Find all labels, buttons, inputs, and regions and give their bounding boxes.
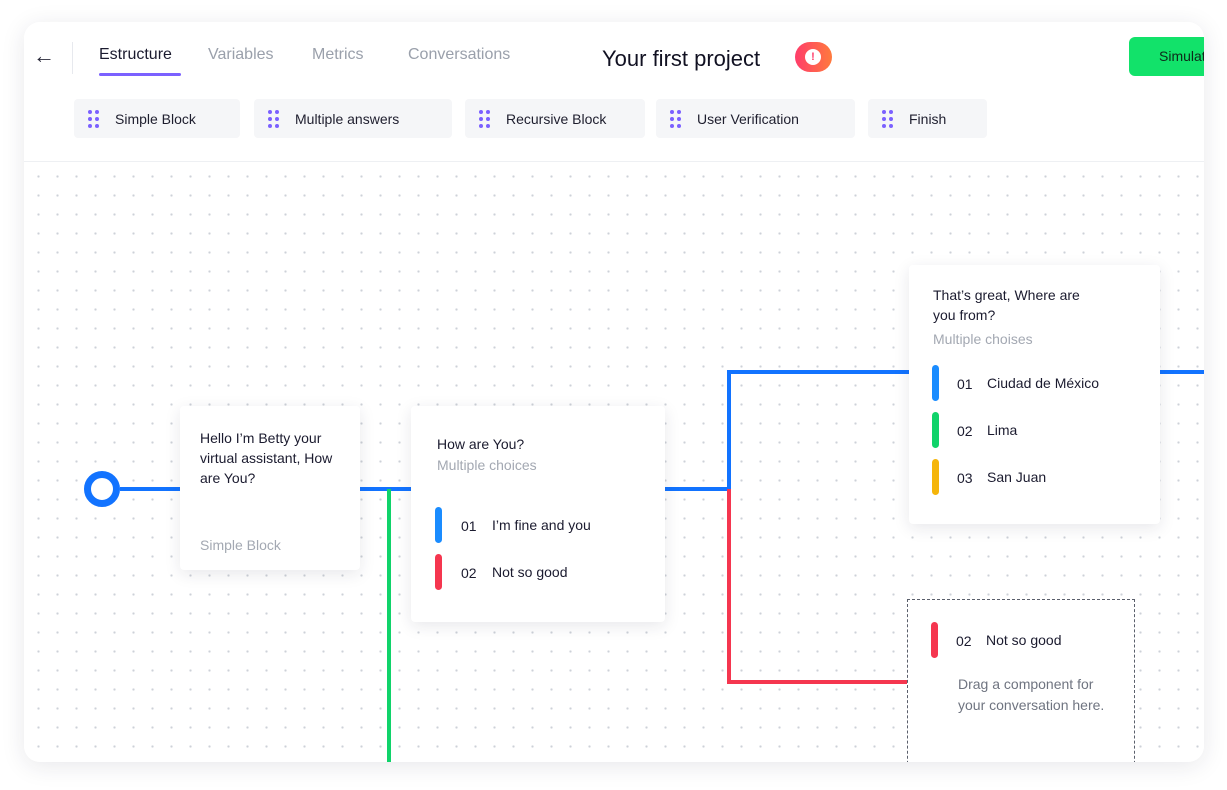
simulate-button[interactable]: Simulate — [1129, 37, 1204, 76]
option-number: 03 — [957, 470, 973, 486]
block-multiple-answers[interactable]: Multiple answers — [254, 99, 452, 138]
option-color-bar — [435, 507, 442, 543]
question-card-title: How are You? — [437, 436, 525, 452]
option-number: 01 — [957, 376, 973, 392]
greeting-card-title: Hello I’m Betty your virtual assistant, … — [200, 430, 333, 486]
component-dropzone[interactable]: 02 Not so good Drag a component for your… — [907, 599, 1135, 762]
connector-to-dropzone — [727, 489, 909, 684]
option-number: 02 — [461, 565, 477, 581]
option-color-bar — [932, 459, 939, 495]
flow-canvas[interactable]: Hello I’m Betty your virtual assistant, … — [24, 162, 1204, 762]
option-color-bar — [435, 554, 442, 590]
block-simple[interactable]: Simple Block — [74, 99, 240, 138]
option-color-bar — [931, 622, 938, 658]
question-card-type: Multiple choices — [437, 457, 537, 473]
drag-grip-icon — [268, 110, 280, 128]
option-color-bar — [932, 365, 939, 401]
option-label: Not so good — [492, 564, 568, 580]
answer-option[interactable]: 02 Not so good — [435, 554, 625, 590]
app-window: ← Estructure Variables Metrics Conversat… — [24, 22, 1204, 762]
block-label: User Verification — [697, 111, 799, 127]
tab-estructure[interactable]: Estructure — [99, 46, 172, 64]
option-label: Ciudad de México — [987, 375, 1100, 391]
greeting-card-type: Simple Block — [200, 537, 281, 553]
start-node[interactable] — [84, 471, 120, 507]
tab-metrics[interactable]: Metrics — [312, 46, 364, 64]
answer-option[interactable]: 01 Ciudad de México — [932, 365, 1142, 401]
drag-grip-icon — [88, 110, 100, 128]
option-label: Not so good — [986, 632, 1062, 648]
location-card[interactable]: That’s great, Where are you from? Multip… — [909, 265, 1160, 524]
block-user-verification[interactable]: User Verification — [656, 99, 855, 138]
option-number: 02 — [957, 423, 973, 439]
alert-badge[interactable]: ! — [795, 42, 832, 72]
project-title: Your first project — [602, 46, 761, 71]
question-card[interactable]: How are You? Multiple choices 01 I’m fin… — [411, 406, 665, 622]
option-label: San Juan — [987, 469, 1047, 485]
option-label: I’m fine and you — [492, 517, 591, 533]
block-label: Multiple answers — [295, 111, 400, 127]
header-divider — [72, 42, 73, 74]
option-color-bar — [932, 412, 939, 448]
greeting-card[interactable]: Hello I’m Betty your virtual assistant, … — [180, 406, 360, 570]
back-arrow-icon[interactable]: ← — [32, 42, 56, 70]
top-header: ← Estructure Variables Metrics Conversat… — [24, 22, 1204, 162]
block-finish[interactable]: Finish — [868, 99, 987, 138]
tab-variables[interactable]: Variables — [208, 46, 274, 64]
block-label: Simple Block — [115, 111, 196, 127]
drag-grip-icon — [479, 110, 491, 128]
option-number: 02 — [956, 633, 972, 649]
connector-to-location — [727, 370, 909, 489]
drag-grip-icon — [670, 110, 682, 128]
block-recursive[interactable]: Recursive Block — [465, 99, 645, 138]
option-number: 01 — [461, 518, 477, 534]
dropzone-hint: Drag a component for your conversation h… — [958, 676, 1105, 713]
drag-grip-icon — [882, 110, 894, 128]
tab-conversations[interactable]: Conversations — [408, 46, 510, 64]
alert-icon: ! — [805, 49, 821, 65]
location-card-type: Multiple choises — [933, 331, 1033, 347]
block-label: Recursive Block — [506, 111, 607, 127]
option-label: Lima — [987, 422, 1018, 438]
answer-option[interactable]: 01 I’m fine and you — [435, 507, 625, 543]
location-card-title: That’s great, Where are you from? — [933, 287, 1080, 323]
active-tab-indicator — [99, 73, 181, 76]
dropzone-option: 02 Not so good — [931, 622, 1131, 658]
answer-option[interactable]: 03 San Juan — [932, 459, 1142, 495]
answer-option[interactable]: 02 Lima — [932, 412, 1142, 448]
block-label: Finish — [909, 111, 947, 127]
